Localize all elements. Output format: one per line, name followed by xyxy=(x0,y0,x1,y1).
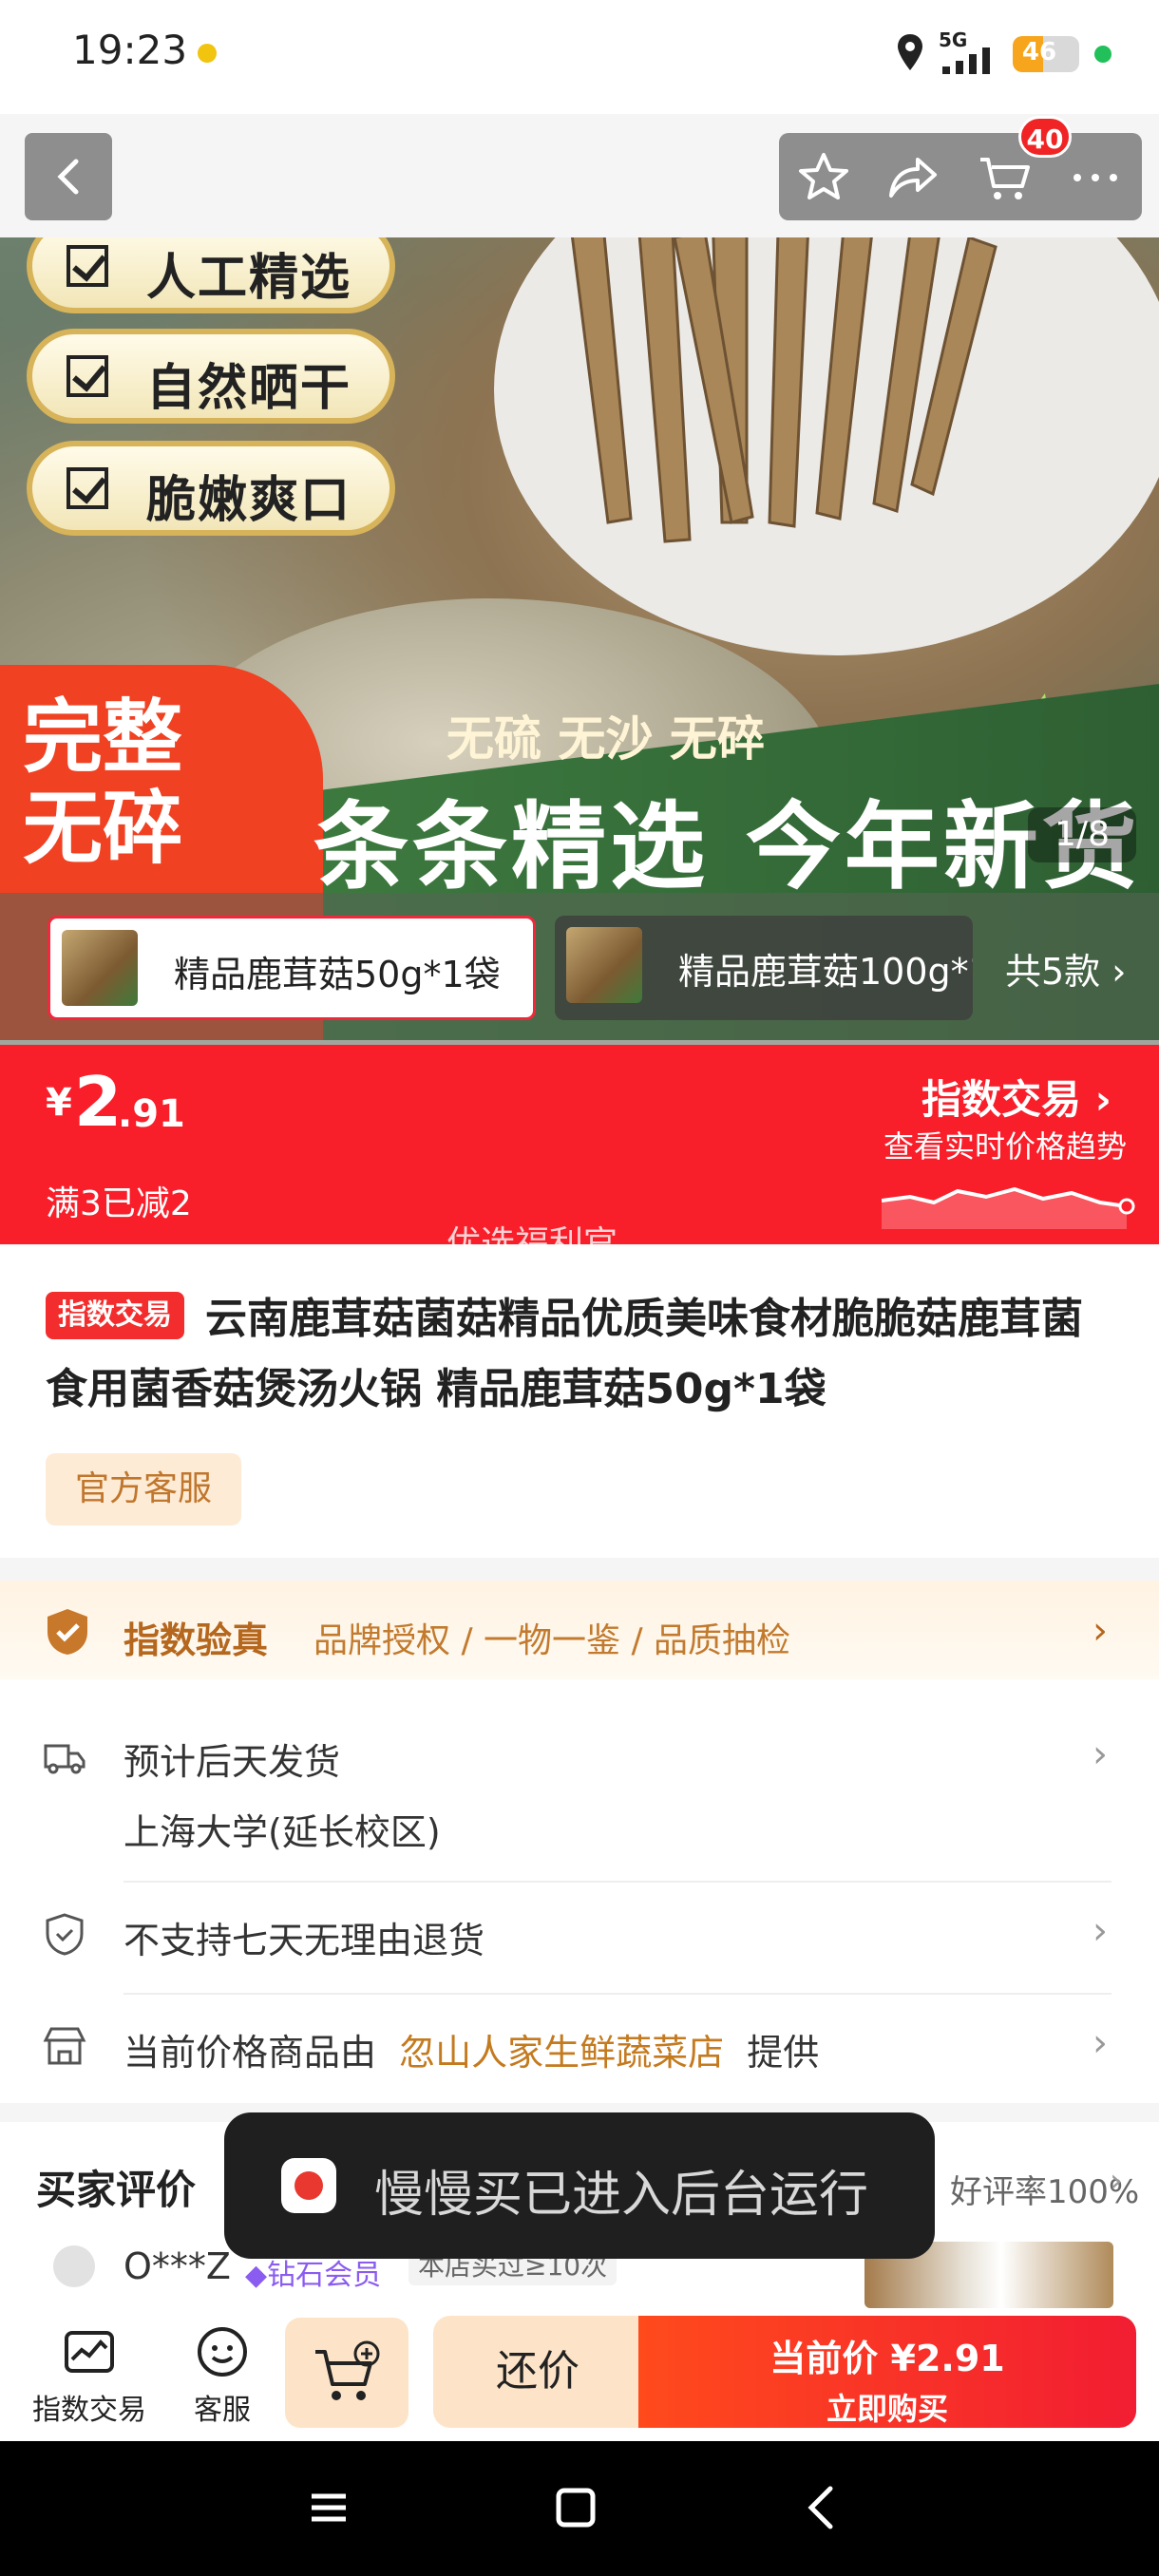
chevron-right-icon: › xyxy=(1110,2162,1123,2200)
toast-notification: 慢慢买已进入后台运行 xyxy=(224,2112,935,2259)
chevron-right-icon: › xyxy=(1092,1909,1108,1953)
signal-icon xyxy=(942,47,990,74)
feature-tag-2: 自然晒干 xyxy=(27,329,395,424)
divider xyxy=(124,1993,1112,1995)
shield-check-icon xyxy=(48,1609,87,1655)
status-time: 19:23 xyxy=(72,27,188,73)
checkbox-icon xyxy=(66,467,108,509)
avatar xyxy=(53,2245,95,2287)
app-icon xyxy=(281,2158,336,2213)
index-trade-link[interactable]: 指数交易 › xyxy=(922,1068,1112,1126)
feature-tag-1: 人工精选 xyxy=(27,237,395,313)
location-icon xyxy=(898,34,922,70)
authenticity-title: 指数验真 xyxy=(124,1619,269,1661)
chevron-right-icon: › xyxy=(1092,1609,1108,1653)
chevron-right-icon: › xyxy=(1092,1733,1108,1776)
shipping-estimate: 预计后天发货 xyxy=(124,1741,341,1783)
shield-icon xyxy=(46,1913,84,1956)
battery-icon: 46 xyxy=(1013,36,1079,72)
chevron-left-icon xyxy=(57,159,79,195)
banner-subtitle: 无硫 无沙 无碎 xyxy=(446,711,765,767)
reviews-title: 买家评价 xyxy=(36,2167,197,2213)
chevron-right-icon: › xyxy=(1092,2021,1108,2065)
badge-text: 完整 无碎 xyxy=(23,691,183,875)
sku-thumbnail xyxy=(566,927,642,1003)
price-decimal: .91 xyxy=(118,1092,185,1136)
index-trade-icon xyxy=(65,2331,114,2373)
top-actions xyxy=(779,133,1142,220)
share-icon[interactable] xyxy=(885,150,940,205)
notification-icon xyxy=(198,44,217,63)
promotion-text: 满3已减2 xyxy=(46,1184,192,1223)
sku-count-link[interactable]: 共5款 › xyxy=(1005,942,1126,994)
diamond-icon: ◆ xyxy=(245,2259,268,2292)
image-pager: 1/8 xyxy=(1028,807,1136,862)
reviewer-name: O***Z xyxy=(124,2245,231,2287)
battery-level: 46 xyxy=(1021,38,1057,66)
privacy-indicator-icon xyxy=(1094,46,1112,63)
banner-headline: 条条精选 今年新货 xyxy=(314,791,1141,902)
index-trade-tab[interactable]: 指数交易 xyxy=(32,2323,146,2428)
back-icon[interactable] xyxy=(794,2479,851,2536)
add-cart-icon xyxy=(315,2340,380,2400)
price-trend-sparkline xyxy=(882,1186,1135,1229)
provider-row[interactable]: 当前价格商品由 忽山人家生鲜蔬菜店 提供 xyxy=(124,2023,819,2075)
return-policy[interactable]: 不支持七天无理由退货 xyxy=(124,1911,484,1963)
currency-symbol: ¥ xyxy=(46,1081,72,1125)
price-trend-link[interactable]: 查看实时价格趋势 xyxy=(884,1123,1127,1166)
toast-message: 慢慢买已进入后台运行 xyxy=(374,2167,869,2224)
system-nav-bar xyxy=(0,2441,1159,2576)
feature-tag-3: 脆嫩爽口 xyxy=(27,441,395,536)
checkbox-icon xyxy=(66,245,108,287)
authenticity-detail: 品牌授权 / 一物一鉴 / 品质抽检 xyxy=(314,1621,791,1660)
store-icon xyxy=(43,2027,86,2065)
delivery-address[interactable]: 上海大学(延长校区) xyxy=(124,1803,441,1855)
more-icon[interactable] xyxy=(1068,150,1123,205)
cart-count-badge: 40 xyxy=(1018,116,1072,158)
customer-service-tab[interactable]: 客服 xyxy=(165,2323,279,2428)
sku-option[interactable]: 精品鹿茸菇100g*1 xyxy=(555,916,973,1020)
back-button[interactable] xyxy=(25,133,112,220)
official-service-button[interactable]: 官方客服 xyxy=(46,1453,241,1525)
dried-mushroom-image xyxy=(570,237,998,543)
cart-icon[interactable] xyxy=(977,150,1032,205)
favorite-star-icon[interactable] xyxy=(796,150,851,205)
provider-shop-link[interactable]: 忽山人家生鲜蔬菜店 xyxy=(399,2032,724,2074)
checkbox-icon xyxy=(66,355,108,397)
provider-prefix: 当前价格商品由 xyxy=(124,2032,377,2074)
divider xyxy=(124,1881,1112,1883)
haggle-button[interactable]: 还价 xyxy=(433,2316,642,2428)
sku-option-selected[interactable]: 精品鹿茸菇50g*1袋 xyxy=(48,916,536,1020)
home-icon[interactable] xyxy=(547,2479,604,2536)
menu-icon[interactable] xyxy=(300,2479,357,2536)
product-title: 云南鹿茸菇菌菇精品优质美味食材脆脆菇鹿茸菌食用菌香菇煲汤火锅 精品鹿茸菇50g*… xyxy=(46,1295,1083,1413)
sku-thumbnail xyxy=(62,930,138,1006)
add-to-cart-button[interactable] xyxy=(285,2318,408,2428)
smiley-chat-icon xyxy=(198,2327,247,2377)
truck-icon xyxy=(44,1744,86,1774)
provider-suffix: 提供 xyxy=(747,2032,820,2074)
buy-now-button[interactable]: 当前价 ¥2.91 立即购买 xyxy=(638,2316,1136,2428)
price-integer: 2 xyxy=(74,1062,123,1142)
index-trade-tag: 指数交易 xyxy=(46,1292,184,1339)
